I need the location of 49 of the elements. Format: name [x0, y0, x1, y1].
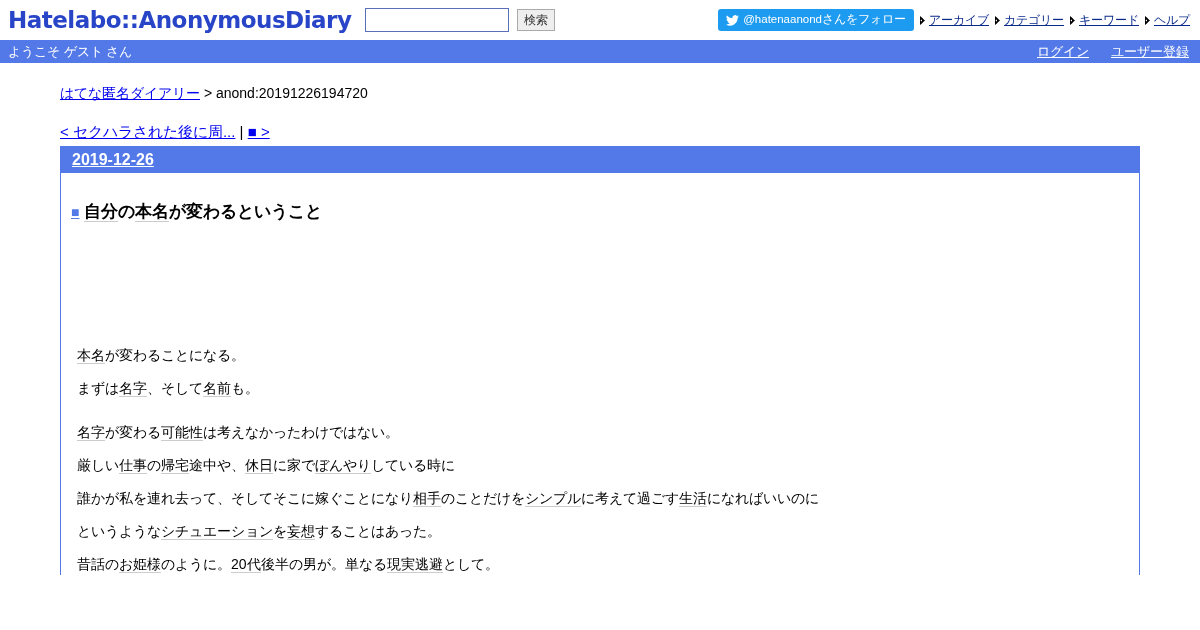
keyword-link[interactable]: 仕事	[119, 457, 147, 474]
paragraph: 厳しい仕事の帰宅途中や、休日 に家でぼんやり している時に	[77, 456, 456, 476]
paragraph: というようなシチュエーションを妄想することはあった。	[77, 522, 442, 542]
keyword-link[interactable]: 生活	[679, 490, 707, 507]
paragraph: 本名が変わることになる。	[77, 346, 246, 366]
keyword-link[interactable]: 本名	[135, 201, 170, 222]
nav-link[interactable]: ヘルプ	[1154, 11, 1190, 29]
paragraph: 誰かが私を連れ去って、そしてそこに嫁ぐことになり相手のことだけをシンプルに考えて過ごす生活になればいいのに	[77, 489, 820, 509]
keyword-link[interactable]: 名字	[119, 380, 147, 397]
pager-separator: |	[239, 123, 244, 140]
arrow-icon	[995, 15, 1001, 25]
keyword-link[interactable]: 名字	[77, 424, 105, 441]
arrow-icon	[920, 15, 926, 25]
keyword-link[interactable]: 可能性	[161, 424, 203, 441]
keyword-link[interactable]: 自分	[84, 201, 119, 222]
entry-link[interactable]: ■	[71, 203, 80, 220]
keyword-link[interactable]: 帰宅	[161, 457, 189, 474]
nav-link[interactable]: キーワード	[1079, 11, 1139, 29]
keyword-link[interactable]: お姫様	[119, 556, 161, 573]
keyword-link[interactable]: 名前	[203, 380, 231, 397]
nav-link[interactable]: アーカイブ	[929, 11, 989, 29]
keyword-link[interactable]: ぼんやり	[315, 457, 371, 474]
bird-icon	[726, 14, 740, 26]
breadcrumb-link[interactable]: はてな匿名ダイアリー	[60, 85, 200, 101]
search-field[interactable]	[365, 8, 510, 32]
nav-link[interactable]: カテゴリー	[1004, 11, 1064, 29]
keyword-link[interactable]: 20代	[231, 556, 261, 573]
keyword-link[interactable]: 休日	[245, 457, 273, 474]
next-link[interactable]: ■ >	[247, 123, 270, 140]
date-link[interactable]: 2019-12-26	[72, 147, 154, 172]
search-button[interactable]: 検索	[517, 9, 556, 31]
breadcrumb-current: > anond:20191226194720	[203, 85, 368, 101]
keyword-link[interactable]: 妄想	[287, 523, 315, 540]
entry-title: 自分の本名が変わるということ	[84, 201, 323, 222]
paragraph: 名字が変わる可能性は考えなかったわけではない。	[77, 423, 400, 443]
user-link[interactable]: ユーザー登録	[1111, 41, 1189, 62]
arrow-icon	[1070, 15, 1076, 25]
keyword-link[interactable]: 現実逃避	[386, 556, 443, 573]
user-link[interactable]: ログイン	[1037, 41, 1089, 62]
keyword-link[interactable]: 相手	[413, 490, 441, 507]
paragraph: まずは名字、そして名前も。	[77, 379, 260, 399]
keyword-link[interactable]: 本名	[77, 347, 105, 364]
welcome-text: ようこそ ゲスト さん	[8, 42, 133, 61]
arrow-icon	[1145, 15, 1151, 25]
site-logo[interactable]: Hatelabo::AnonymousDiary	[8, 2, 352, 38]
paragraph: 昔話のお姫様のように。20代後半の男が。単なる現実逃避 として。	[77, 555, 500, 575]
prev-link[interactable]: < セクハラされた後に周...	[60, 123, 236, 140]
keyword-link[interactable]: シンプル	[525, 490, 581, 507]
keyword-link[interactable]: シチュエーション	[161, 523, 273, 540]
